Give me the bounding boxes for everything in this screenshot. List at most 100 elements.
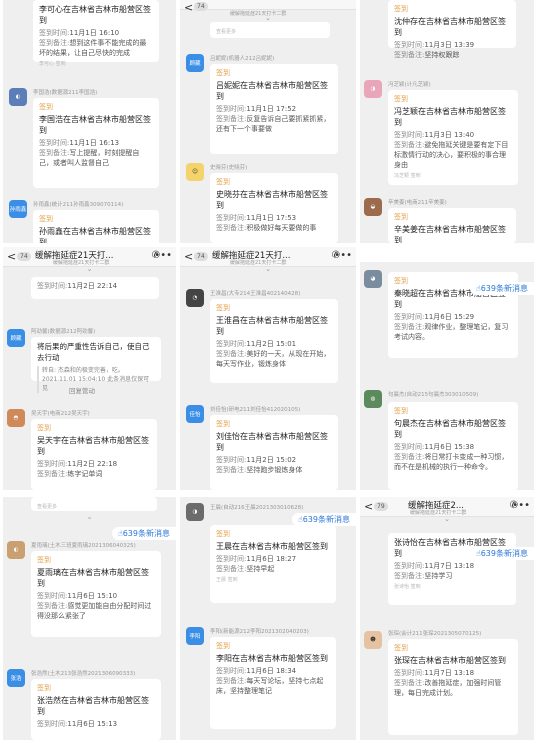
note-label: 签到备注: xyxy=(216,565,247,573)
card-title: 辛美姜在吉林省吉林市船营区签到 xyxy=(394,225,506,243)
checkin-card[interactable]: 签到 王晨在吉林省吉林市船营区签到 签到时间:11月6日 18:27 签到备注:… xyxy=(210,525,336,603)
checkin-label: 签到 xyxy=(216,642,230,650)
avatar[interactable]: ◔ xyxy=(186,289,204,307)
checkin-label: 签到 xyxy=(216,530,230,538)
new-messages-button[interactable]: ☝639条新消息 xyxy=(469,282,534,295)
avatar[interactable]: ◓ xyxy=(7,409,25,427)
new-messages-label: 639条新消息 xyxy=(480,284,528,293)
back-icon[interactable]: < xyxy=(364,500,373,513)
forwarded-message[interactable]: 将后果的严重性告诉自己，使自己去行动 转自: 杰森和的极变完善，吃。2021.1… xyxy=(31,337,161,393)
chevron-down-icon[interactable]: ⌄ xyxy=(180,14,356,22)
more-icon[interactable]: ••• xyxy=(512,500,530,511)
time-label: 签到时间: xyxy=(37,460,68,468)
checkin-card[interactable]: 签到 史晓芬在吉林省吉林市船营区签到 签到时间:11月1日 17:53 签到备注… xyxy=(210,173,338,243)
avatar[interactable]: ☺ xyxy=(186,163,204,181)
avatar[interactable]: 张浩 xyxy=(7,669,25,687)
avatar[interactable]: 佳怡 xyxy=(186,405,204,423)
avatar[interactable]: 顾藏 xyxy=(7,329,25,347)
sender-name: 王淮昌(大专214王淮昌402140428) xyxy=(210,291,301,297)
checkin-card[interactable]: 签到 吕妮妮在吉林省吉林市船营区签到 签到时间:11月1日 17:52 签到备注… xyxy=(210,64,338,154)
unread-badge: 74 xyxy=(194,2,208,11)
note-label: 签到备注: xyxy=(394,453,425,461)
checkin-label: 签到 xyxy=(394,644,408,652)
checkin-card[interactable]: 签到 李国浩在吉林省吉林市船营区签到 签到时间:11月1日 16:13 签到备注… xyxy=(33,98,159,188)
checkin-card[interactable]: 签到 孙雨鑫在吉林省吉林市船营区签到 xyxy=(33,210,159,243)
time-value: 11月1日 17:53 xyxy=(246,214,297,222)
card-title: 张琛在吉林省吉林市船营区签到 xyxy=(394,656,506,665)
checkin-card[interactable]: 张诗怡在吉林省吉林市船营区签到 签到时间:11月7日 13:18 签到备注:坚持… xyxy=(388,533,516,605)
time-value: 11月7日 13:18 xyxy=(424,562,475,570)
recall-hint[interactable]: 回复管动 xyxy=(69,385,95,395)
checkin-card[interactable]: 签到 李阳在吉林省吉林市船营区签到 签到时间:11月6日 18:34 签到备注:… xyxy=(210,637,336,729)
chevron-down-icon[interactable]: ⌄ xyxy=(3,513,176,521)
card-footer: 冯芝颖 签到 xyxy=(394,173,421,179)
more-link[interactable]: 查看更多 xyxy=(31,497,157,511)
checkin-card[interactable]: 签到 句晨杰在吉林省吉林市船营区签到 签到时间:11月6日 15:38 签到备注… xyxy=(388,402,518,490)
note-label: 签到备注: xyxy=(39,39,70,47)
card-title: 王晨在吉林省吉林市船营区签到 xyxy=(216,542,328,551)
checkin-card[interactable]: 签到 张浩然在吉林省吉林市船营区签到 签到时间:11月6日 15:13 xyxy=(31,679,161,740)
chevron-down-icon[interactable]: ⌄ xyxy=(3,265,176,273)
note-label: 签到备注: xyxy=(37,470,68,478)
chat-panel-8: ◑ 王晨(自动216王晨2021303010628) ☝639条新消息 签到 王… xyxy=(180,497,356,740)
checkin-card[interactable]: 签到 刘佳怡在吉林省吉林市船营区签到 签到时间:11月2日 15:02 签到备注… xyxy=(210,415,338,490)
time-value: 11月6日 15:10 xyxy=(67,592,118,600)
avatar[interactable]: 孙雨鑫 xyxy=(9,200,27,218)
time-row: 签到时间:11月3日 13:40 xyxy=(394,130,512,140)
checkin-card[interactable]: 签到 张琛在吉林省吉林市船营区签到 签到时间:11月7日 13:18 签到备注:… xyxy=(388,639,518,735)
time-value: 11月6日 15:29 xyxy=(424,313,475,321)
note-value: 坚持权跟踪 xyxy=(424,51,460,59)
chat-panel-2: < 74 缓解拖延症21天打卡二群 ⌄ 查看更多 顾藏 吕妮妮(机器人212吕妮… xyxy=(180,0,356,243)
time-value: 11月1日 16:10 xyxy=(69,29,120,37)
more-link[interactable]: 查看更多 xyxy=(210,22,330,38)
note-row: 签到备注:观律作业，整理笔记，复习考试内容。 xyxy=(394,322,512,342)
time-row: 签到时间:11月7日 13:18 xyxy=(394,561,510,571)
chevron-down-icon[interactable]: ⌄ xyxy=(360,515,534,523)
time-value: 11月3日 13:40 xyxy=(424,131,475,139)
avatar[interactable]: 李阳 xyxy=(186,627,204,645)
avatar[interactable]: ☻ xyxy=(364,631,382,649)
sender-name: 吴天宇(电商212吴天宇) xyxy=(31,411,90,417)
avatar[interactable]: 顾藏 xyxy=(186,54,204,72)
avatar[interactable]: ◕ xyxy=(364,270,382,288)
checkin-card[interactable]: 签到时间:11月2日 22:14 xyxy=(31,277,159,299)
chevron-down-icon[interactable]: ⌄ xyxy=(180,265,356,273)
avatar[interactable]: ◍ xyxy=(364,390,382,408)
avatar[interactable]: ◒ xyxy=(364,198,382,216)
avatar[interactable]: ◑ xyxy=(186,503,204,521)
note-row: 签到备注:感觉更加能自由分配时间过得没那么紧张了 xyxy=(37,601,155,621)
checkin-label: 签到 xyxy=(37,556,51,564)
avatar[interactable]: ◐ xyxy=(9,88,27,106)
time-value: 11月6日 15:38 xyxy=(424,443,475,451)
new-messages-button[interactable]: ☝639条新消息 xyxy=(111,527,176,540)
avatar[interactable]: ◑ xyxy=(364,80,382,98)
checkin-card[interactable]: 签到 夏雨璃在吉林省吉林市船营区签到 签到时间:11月6日 15:10 签到备注… xyxy=(31,551,161,637)
card-title: 孙雨鑫在吉林省吉林市船营区签到 xyxy=(39,227,151,243)
checkin-card[interactable]: 签到 冯芝颖在吉林省吉林市船营区签到 签到时间:11月3日 13:40 签到备注… xyxy=(388,90,518,185)
checkin-card[interactable]: 签到 辛美姜在吉林省吉林市船营区签到 xyxy=(388,208,516,243)
checkin-card[interactable]: 签到 王淮昌在吉林省吉林市船营区签到 签到时间:11月2日 15:01 签到备注… xyxy=(210,299,338,383)
note-label: 签到备注: xyxy=(216,224,247,232)
checkin-card[interactable]: 签到 吴天宇在吉林省吉林市船营区签到 签到时间:11月2日 22:18 签到备注… xyxy=(31,419,157,490)
note-row: 签到备注:改善拖延症，加强时间管理，每日完成计划。 xyxy=(394,678,512,698)
chat-panel-6: ◕ 签到 秦晓超在吉林省吉林市船营区签到 签到时间:11月6日 15:29 签到… xyxy=(360,262,534,490)
new-messages-button[interactable]: ☝639条新消息 xyxy=(469,547,534,560)
back-icon[interactable]: < xyxy=(7,250,16,263)
back-icon[interactable]: < xyxy=(184,1,193,14)
note-label: 签到备注: xyxy=(394,141,425,149)
time-label: 签到时间: xyxy=(37,282,68,290)
sender-name: 辛美姜(电商211辛美姜) xyxy=(388,200,447,206)
time-label: 签到时间: xyxy=(394,562,425,570)
sender-name: 刘佳怡(研电211刘佳怡412020105) xyxy=(210,407,301,413)
time-label: 签到时间: xyxy=(39,29,70,37)
checkin-card[interactable]: 签到 沈仲存在吉林省吉林市船营区签到 签到时间:11月3日 13:39 签到备注… xyxy=(388,0,516,59)
time-label: 签到时间: xyxy=(216,340,247,348)
avatar[interactable]: ◐ xyxy=(7,541,25,559)
more-icon[interactable]: ••• xyxy=(154,250,172,261)
checkin-card[interactable]: 李可心在吉林省吉林市船营区签到 签到时间:11月1日 16:10 签到备注:想到… xyxy=(33,0,159,67)
more-icon[interactable]: ••• xyxy=(334,250,352,261)
note-row: 签到备注:练字记单词 xyxy=(37,469,151,479)
note-value: 积极做好每天要做的事 xyxy=(246,224,317,232)
back-icon[interactable]: < xyxy=(184,250,193,263)
checkin-label: 签到 xyxy=(394,95,408,103)
